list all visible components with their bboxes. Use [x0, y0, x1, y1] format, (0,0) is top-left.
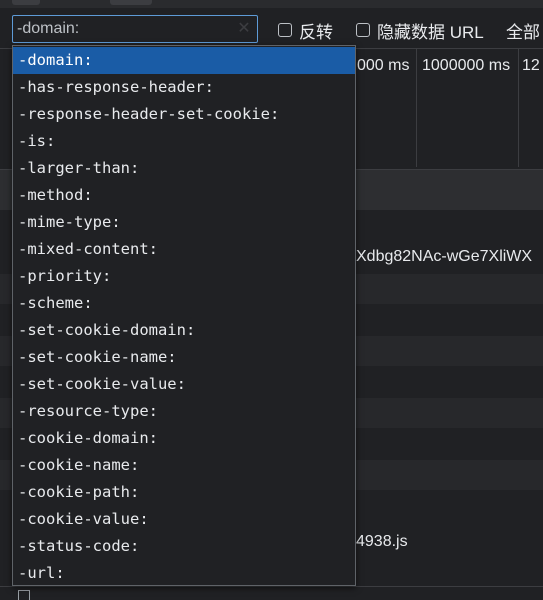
invert-label: 反转 — [299, 22, 333, 42]
autocomplete-item[interactable]: -priority: — [13, 263, 355, 290]
autocomplete-item[interactable]: -has-response-header: — [13, 74, 355, 101]
autocomplete-item[interactable]: -url: — [13, 560, 355, 587]
checkbox-icon[interactable] — [356, 23, 370, 37]
hide-data-url-label: 隐藏数据 URL — [377, 22, 484, 42]
top-strip — [0, 0, 543, 8]
timeline-divider — [518, 49, 519, 167]
timeline-label: 12 — [522, 57, 540, 74]
autocomplete-item[interactable]: -cookie-domain: — [13, 425, 355, 452]
filter-toolbar: ✕ 反转 隐藏数据 URL 全部 — [0, 8, 543, 49]
status-bar — [0, 586, 543, 599]
autocomplete-item[interactable]: -set-cookie-name: — [13, 344, 355, 371]
autocomplete-item[interactable]: -response-header-set-cookie: — [13, 101, 355, 128]
timeline-label: 1000000 ms — [422, 57, 511, 74]
timeline-label: 000 ms — [357, 57, 410, 74]
filter-box[interactable]: ✕ — [12, 15, 258, 43]
autocomplete-item[interactable]: -larger-than: — [13, 155, 355, 182]
autocomplete-item[interactable]: -cookie-value: — [13, 506, 355, 533]
timeline-divider — [416, 49, 417, 167]
hide-data-url-checkbox[interactable]: 隐藏数据 URL — [356, 20, 484, 42]
tab-handle[interactable] — [12, 0, 40, 5]
close-icon[interactable]: ✕ — [235, 19, 253, 39]
autocomplete-item[interactable]: -resource-type: — [13, 398, 355, 425]
autocomplete-item[interactable]: -set-cookie-domain: — [13, 317, 355, 344]
autocomplete-item[interactable]: -status-code: — [13, 533, 355, 560]
tab-handle[interactable] — [110, 0, 152, 5]
autocomplete-item[interactable]: -set-cookie-value: — [13, 371, 355, 398]
autocomplete-item[interactable]: -scheme: — [13, 290, 355, 317]
autocomplete-item[interactable]: -method: — [13, 182, 355, 209]
autocomplete-dropdown: -domain: -has-response-header: -response-h… — [12, 45, 356, 586]
all-label: 全部 — [506, 22, 540, 42]
autocomplete-list: -domain: -has-response-header: -response-h… — [13, 46, 355, 587]
autocomplete-item[interactable]: -mime-type: — [13, 209, 355, 236]
request-cell: Xdbg82NAc-wGe7XliWX — [356, 248, 533, 265]
invert-checkbox[interactable]: 反转 — [278, 20, 333, 42]
checkbox-icon[interactable] — [278, 23, 292, 37]
all-filter[interactable]: 全部 — [506, 20, 540, 42]
autocomplete-item[interactable]: -is: — [13, 128, 355, 155]
request-cell: 4938.js — [356, 533, 408, 550]
autocomplete-item[interactable]: -mixed-content: — [13, 236, 355, 263]
autocomplete-item[interactable]: -cookie-path: — [13, 479, 355, 506]
file-icon — [18, 590, 30, 600]
autocomplete-item[interactable]: -cookie-name: — [13, 452, 355, 479]
autocomplete-item[interactable]: -domain: — [13, 47, 355, 74]
filter-input[interactable] — [13, 16, 233, 42]
